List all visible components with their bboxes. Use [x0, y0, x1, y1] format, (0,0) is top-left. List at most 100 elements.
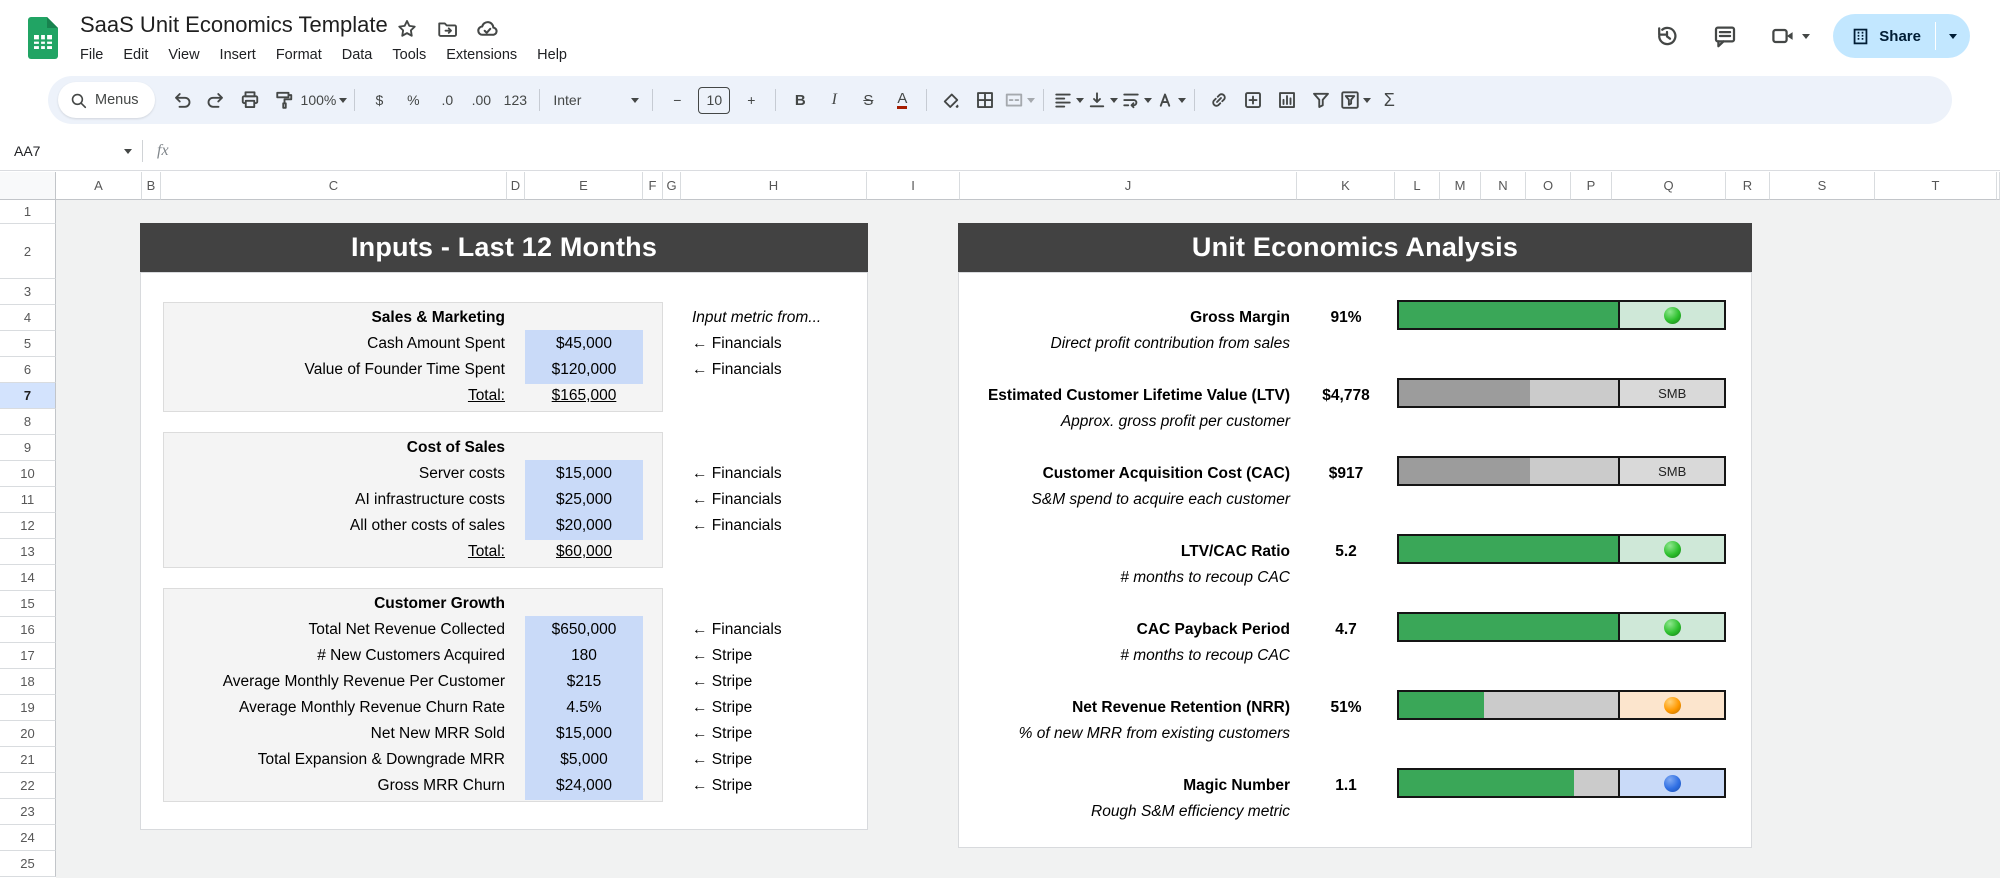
- input-label-cell[interactable]: Server costs: [170, 461, 505, 487]
- row-header-12[interactable]: 12: [0, 513, 56, 539]
- row-header-23[interactable]: 23: [0, 799, 56, 825]
- metric-value-cell[interactable]: $917: [1297, 461, 1395, 487]
- filter-views-button[interactable]: [1338, 82, 1372, 118]
- metric-value-cell[interactable]: 4.7: [1297, 617, 1395, 643]
- total-label-cell[interactable]: Total:: [170, 383, 505, 409]
- text-color-button[interactable]: A: [897, 91, 908, 109]
- metric-value-cell[interactable]: 51%: [1297, 695, 1395, 721]
- column-header-M[interactable]: M: [1440, 172, 1481, 200]
- number-format-button[interactable]: 123: [498, 82, 532, 118]
- analysis-panel-title[interactable]: Unit Economics Analysis: [958, 223, 1752, 272]
- version-history-icon[interactable]: [1645, 14, 1689, 58]
- increase-font-size-button[interactable]: +: [734, 82, 768, 118]
- input-label-cell[interactable]: # New Customers Acquired: [170, 643, 505, 669]
- row-header-20[interactable]: 20: [0, 721, 56, 747]
- column-header-I[interactable]: I: [867, 172, 960, 200]
- share-dropdown[interactable]: [1935, 22, 1970, 50]
- undo-button[interactable]: [165, 82, 199, 118]
- input-value-cell[interactable]: $650,000: [525, 617, 643, 643]
- metric-label-cell[interactable]: CAC Payback Period: [960, 617, 1290, 643]
- input-value-cell[interactable]: 180: [525, 643, 643, 669]
- menu-extensions[interactable]: Extensions: [436, 44, 527, 66]
- share-button-main[interactable]: Share: [1833, 27, 1935, 46]
- redo-button[interactable]: [199, 82, 233, 118]
- insert-comment-button[interactable]: [1236, 82, 1270, 118]
- column-header-O[interactable]: O: [1526, 172, 1571, 200]
- input-value-cell[interactable]: $15,000: [525, 721, 643, 747]
- row-header-17[interactable]: 17: [0, 643, 56, 669]
- text-rotation-dropdown-icon[interactable]: [1177, 97, 1186, 103]
- print-button[interactable]: [233, 82, 267, 118]
- format-currency-button[interactable]: $: [362, 82, 396, 118]
- metric-subtitle-cell[interactable]: # months to recoup CAC: [960, 565, 1290, 591]
- input-value-cell[interactable]: $215: [525, 669, 643, 695]
- metric-value-cell[interactable]: 1.1: [1297, 773, 1395, 799]
- column-header-F[interactable]: F: [643, 172, 663, 200]
- column-header-K[interactable]: K: [1297, 172, 1395, 200]
- row-header-11[interactable]: 11: [0, 487, 56, 513]
- metric-label-cell[interactable]: Gross Margin: [960, 305, 1290, 331]
- column-header-T[interactable]: T: [1875, 172, 1997, 200]
- metric-value-cell[interactable]: $4,778: [1297, 383, 1395, 409]
- section-title-cell[interactable]: Sales & Marketing: [170, 305, 505, 331]
- metric-value-cell[interactable]: 5.2: [1297, 539, 1395, 565]
- input-value-cell[interactable]: $24,000: [525, 773, 643, 799]
- input-source-cell[interactable]: ← Financials: [692, 357, 867, 383]
- functions-button[interactable]: Σ: [1372, 82, 1406, 118]
- column-header-S[interactable]: S: [1770, 172, 1875, 200]
- menu-tools[interactable]: Tools: [382, 44, 436, 66]
- input-label-cell[interactable]: Average Monthly Revenue Churn Rate: [170, 695, 505, 721]
- metric-value-cell[interactable]: 91%: [1297, 305, 1395, 331]
- menu-file[interactable]: File: [70, 44, 113, 66]
- increase-decimal-button[interactable]: .00: [464, 82, 498, 118]
- vertical-align-dropdown-icon[interactable]: [1109, 97, 1118, 103]
- input-value-cell[interactable]: 4.5%: [525, 695, 643, 721]
- metric-subtitle-cell[interactable]: % of new MRR from existing customers: [960, 721, 1290, 747]
- input-label-cell[interactable]: Value of Founder Time Spent: [170, 357, 505, 383]
- decrease-decimal-button[interactable]: .0: [430, 82, 464, 118]
- strikethrough-button[interactable]: S: [851, 82, 885, 118]
- input-source-cell[interactable]: ← Financials: [692, 513, 867, 539]
- name-box[interactable]: AA7: [0, 143, 132, 159]
- video-call-icon[interactable]: [1761, 14, 1819, 58]
- insert-chart-button[interactable]: [1270, 82, 1304, 118]
- font-select[interactable]: Inter: [547, 82, 645, 118]
- metric-label-cell[interactable]: Net Revenue Retention (NRR): [960, 695, 1290, 721]
- star-icon[interactable]: [394, 16, 420, 42]
- metric-subtitle-cell[interactable]: # months to recoup CAC: [960, 643, 1290, 669]
- input-value-cell[interactable]: $45,000: [525, 331, 643, 357]
- input-value-cell[interactable]: $5,000: [525, 747, 643, 773]
- name-box-dropdown-icon[interactable]: [124, 148, 132, 154]
- filter-views-dropdown-icon[interactable]: [1362, 97, 1371, 103]
- format-percent-button[interactable]: %: [396, 82, 430, 118]
- row-header-19[interactable]: 19: [0, 695, 56, 721]
- input-value-cell[interactable]: $15,000: [525, 461, 643, 487]
- row-header-15[interactable]: 15: [0, 591, 56, 617]
- video-call-dropdown-icon[interactable]: [1801, 33, 1810, 39]
- row-header-22[interactable]: 22: [0, 773, 56, 799]
- column-header-A[interactable]: A: [56, 172, 142, 200]
- menu-help[interactable]: Help: [527, 44, 577, 66]
- input-label-cell[interactable]: Gross MRR Churn: [170, 773, 505, 799]
- menu-view[interactable]: View: [158, 44, 209, 66]
- input-source-cell[interactable]: ← Stripe: [692, 669, 867, 695]
- column-header-L[interactable]: L: [1395, 172, 1440, 200]
- row-header-9[interactable]: 9: [0, 435, 56, 461]
- row-header-18[interactable]: 18: [0, 669, 56, 695]
- fill-color-button[interactable]: [934, 82, 968, 118]
- row-header-3[interactable]: 3: [0, 279, 56, 305]
- column-header-J[interactable]: J: [960, 172, 1297, 200]
- share-button[interactable]: Share: [1833, 14, 1970, 58]
- section-title-cell[interactable]: Cost of Sales: [170, 435, 505, 461]
- row-header-4[interactable]: 4: [0, 305, 56, 331]
- menu-data[interactable]: Data: [332, 44, 383, 66]
- font-size-input[interactable]: 10: [698, 86, 731, 114]
- column-header-N[interactable]: N: [1481, 172, 1526, 200]
- column-header-H[interactable]: H: [681, 172, 867, 200]
- input-source-cell[interactable]: ← Stripe: [692, 643, 867, 669]
- input-value-cell[interactable]: $20,000: [525, 513, 643, 539]
- sheets-logo[interactable]: [26, 16, 60, 60]
- metric-subtitle-cell[interactable]: S&M spend to acquire each customer: [960, 487, 1290, 513]
- menu-insert[interactable]: Insert: [210, 44, 266, 66]
- horizontal-align-dropdown-icon[interactable]: [1075, 97, 1084, 103]
